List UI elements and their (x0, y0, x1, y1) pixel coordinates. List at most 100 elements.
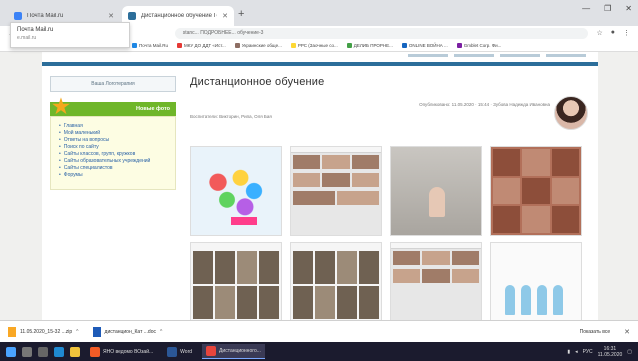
top-link[interactable] (500, 54, 540, 57)
photo-detail (505, 285, 515, 315)
taskbar-app-active[interactable]: Дистанционного... (202, 344, 265, 359)
photo-detail (451, 251, 479, 265)
edge-icon[interactable] (54, 346, 64, 357)
tab-active[interactable]: Дистанционное обучение Го... ✕ (122, 6, 234, 26)
tooltip-subtitle: e.mail.ru (17, 35, 37, 41)
new-tab-icon[interactable]: + (238, 8, 244, 20)
windows-taskbar: ЯНО ведомо ВОзай... Word Дистанционного.… (0, 342, 638, 361)
volume-icon[interactable]: ◂ (575, 349, 578, 355)
top-link[interactable] (408, 54, 448, 57)
gallery-photo[interactable] (490, 146, 582, 236)
photo-detail (391, 267, 481, 285)
language-icon[interactable]: РУС (583, 349, 593, 355)
show-all-downloads-button[interactable]: Показать все (580, 329, 611, 335)
address-bar[interactable]: stanc... ПОДРОБНЕЕ... обучение-3 (174, 27, 589, 39)
photo-detail (493, 149, 521, 176)
bullet-icon: • (59, 165, 61, 171)
window-controls: — ❐ ✕ (582, 4, 632, 13)
photo-detail (522, 206, 550, 233)
bookmark-label: Почта Mail.Ru (139, 43, 168, 48)
photo-detail (359, 286, 379, 319)
bookmark-icon (401, 43, 407, 48)
gallery-photo[interactable] (390, 146, 482, 236)
menu-item[interactable]: • Сайты специалистов (59, 165, 169, 172)
menu-item[interactable]: • Сайты образовательных учреждений (59, 158, 169, 165)
close-tab-icon[interactable]: ✕ (222, 12, 228, 20)
publish-meta: Опубликовано: 11.05.2020 · 15:44 · Зубов… (419, 102, 550, 107)
maximize-icon[interactable]: ❐ (604, 4, 611, 13)
clock[interactable]: 16:31 11.05.2020 (598, 346, 623, 358)
task-view-icon[interactable] (38, 346, 48, 357)
photo-detail (293, 191, 335, 205)
photo-detail (215, 286, 235, 319)
menu-item-label: Поиск по сайту (63, 144, 99, 150)
bookmark-item[interactable]: РРС (Заочные со... (290, 43, 338, 48)
menu-item[interactable]: • Главная (59, 123, 169, 130)
top-link[interactable] (454, 54, 494, 57)
bookmark-item[interactable]: ONLINE ВОЙНА ... (401, 43, 448, 48)
gallery-photo[interactable] (290, 242, 382, 322)
address-text: stanc... ПОДРОБНЕЕ... обучение-3 (182, 30, 264, 36)
gallery-photo[interactable] (490, 242, 582, 322)
bookmark-item[interactable]: Gmblet Corp. Фи... (456, 43, 501, 48)
windows-start-icon[interactable] (6, 346, 16, 357)
gallery-photo[interactable] (290, 146, 382, 236)
bookmark-star-icon[interactable]: ☆ (596, 29, 602, 37)
taskbar-app[interactable]: ЯНО ведомо ВОзай... (86, 344, 157, 359)
download-item[interactable]: дистанцион_Кат ...doc ^ (92, 326, 162, 337)
gallery-photo[interactable] (190, 146, 282, 236)
photo-detail (291, 189, 381, 207)
chevron-up-icon[interactable]: ^ (76, 329, 78, 335)
menu-item[interactable]: • Форумы (59, 172, 169, 179)
menu-item[interactable]: • Мой маленький (59, 130, 169, 137)
explorer-icon[interactable] (70, 346, 80, 357)
notifications-icon[interactable]: ▢ (627, 349, 632, 355)
gallery-photo[interactable] (190, 242, 282, 322)
bookmark-item[interactable]: Украинские обще... (234, 43, 282, 48)
photo-detail (291, 153, 381, 171)
minimize-icon[interactable]: — (582, 4, 590, 13)
bookmark-item[interactable]: ДЕЛИБ ПРОРНЕ... (346, 43, 393, 48)
menu-icon[interactable]: ⋮ (623, 29, 630, 37)
menu-item-label: Сайты образовательных учреждений (63, 158, 151, 164)
photo-detail (493, 177, 521, 205)
site-logo[interactable]: Ваша Логотерапия (50, 76, 176, 92)
logo-text: Ваша Логотерапия (91, 81, 135, 87)
chevron-up-icon[interactable]: ^ (160, 329, 162, 335)
page-viewport: Ваша Логотерапия ★ Новые фото • Главная •… (0, 52, 638, 322)
photo-detail (422, 269, 450, 283)
photo-detail (293, 286, 313, 319)
network-icon[interactable]: ▮ (567, 349, 570, 355)
download-name: дистанцион_Кат ...doc (104, 328, 156, 335)
photo-detail (193, 251, 213, 284)
close-tab-icon[interactable]: ✕ (108, 12, 114, 20)
photo-detail (293, 173, 321, 187)
bookmark-item[interactable]: МКУ ДО ДДТ «Ист... (177, 43, 226, 48)
photo-detail (259, 286, 279, 319)
search-icon[interactable] (22, 346, 32, 357)
photo-detail (359, 251, 379, 284)
menu-item[interactable]: • Сайты классов, групп, кружков (59, 151, 169, 158)
close-icon[interactable]: ✕ (624, 328, 630, 336)
close-window-icon[interactable]: ✕ (625, 4, 632, 13)
bullet-icon: • (59, 151, 61, 157)
new-photos-header[interactable]: ★ Новые фото (50, 97, 176, 117)
author-avatar[interactable] (554, 96, 588, 130)
clock-date: 11.05.2020 (597, 351, 623, 358)
download-item[interactable]: 11.05.2020_15-32 ...zip ^ (8, 326, 79, 337)
menu-item[interactable]: • Ответы на вопросы (59, 137, 169, 144)
page-title: Дистанционное обучение (190, 76, 325, 88)
photo-detail (422, 251, 450, 265)
profile-icon[interactable]: ● (611, 29, 615, 37)
menu-item-label: Форумы (63, 172, 83, 178)
bookmark-item[interactable]: Почта Mail.Ru (132, 43, 168, 48)
site-top-links (42, 52, 598, 62)
gallery-photo[interactable] (390, 242, 482, 322)
top-link[interactable] (546, 54, 586, 57)
photo-detail (551, 149, 579, 176)
left-sidebar: Ваша Логотерапия ★ Новые фото • Главная •… (50, 76, 176, 190)
menu-item[interactable]: • Поиск по сайту (59, 144, 169, 151)
bullet-icon: • (59, 137, 61, 143)
taskbar-app-label: Word (180, 348, 193, 355)
taskbar-app[interactable]: Word (163, 344, 196, 359)
